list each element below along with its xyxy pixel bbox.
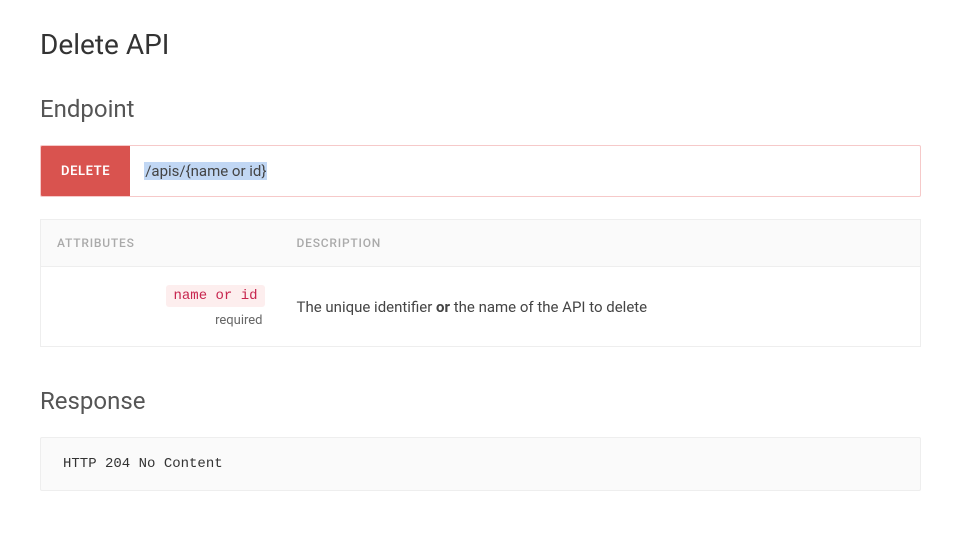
table-row: name or id required The unique identifie… (41, 267, 921, 347)
endpoint-path: /apis/{name or id} (130, 146, 281, 196)
attributes-table: Attributes Description name or id requir… (40, 219, 921, 347)
http-method-badge: DELETE (41, 146, 130, 196)
description-text-post: the name of the API to delete (450, 298, 647, 316)
endpoint-box: DELETE /apis/{name or id} (40, 145, 921, 197)
attributes-header: Attributes (41, 220, 281, 267)
attribute-cell: name or id required (41, 267, 281, 347)
endpoint-path-text: /apis/{name or id} (144, 162, 267, 180)
description-header: Description (281, 220, 921, 267)
page-title: Delete API (40, 28, 921, 61)
response-box: HTTP 204 No Content (40, 437, 921, 491)
description-cell: The unique identifier or the name of the… (281, 267, 921, 347)
description-text-strong: or (436, 298, 450, 316)
endpoint-heading: Endpoint (40, 95, 921, 123)
attribute-required-tag: required (57, 313, 265, 328)
description-text-pre: The unique identifier (297, 298, 437, 316)
response-heading: Response (40, 387, 921, 415)
response-body: HTTP 204 No Content (63, 456, 223, 472)
attribute-name-code: name or id (166, 285, 264, 307)
